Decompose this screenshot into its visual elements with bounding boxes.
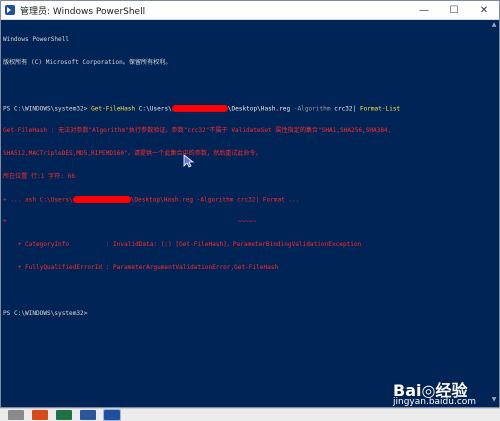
error-line: + CategoryInfo : InvalidData: (:) [Get-F…: [3, 241, 362, 249]
error-context-suffix: \Desktop\Hash.reg -Algorithm crc32| Form…: [130, 196, 300, 204]
copyright-line: 版权所有 (C) Microsoft Corporation。保留所有权利。: [3, 58, 172, 66]
vertical-scrollbar[interactable]: ▲ ▼: [490, 20, 498, 405]
command-path-prefix: C:\Users\: [135, 105, 172, 113]
powershell-window: 管理员: Windows PowerShell — ☐ ✕ Windows Po…: [0, 0, 500, 408]
error-line: 所在位置 行:1 字符: 66: [3, 172, 76, 180]
maximize-button[interactable]: ☐: [439, 1, 469, 19]
command-name: Get-FileHash: [91, 105, 136, 113]
error-line: SHA512,MACTripleDES,MD5,RIPEMD160"。请提供一个…: [3, 150, 262, 158]
prompt: PS C:\WINDOWS\system32>: [3, 105, 92, 113]
pipe-symbol: |: [352, 105, 360, 113]
header-line: Windows PowerShell: [3, 36, 70, 44]
taskbar: [0, 408, 500, 421]
window-controls: — ☐ ✕: [409, 1, 499, 19]
taskbar-app-icon[interactable]: [56, 410, 72, 420]
current-prompt[interactable]: PS C:\WINDOWS\system32>: [3, 310, 489, 318]
error-line: + ... ash C:\Users\ \Desktop\Hash.reg -Al…: [3, 195, 489, 204]
error-line: Get-FileHash : 无法对参数"Algorithm"执行参数验证。参数…: [3, 127, 392, 135]
window-title: 管理员: Windows PowerShell: [20, 6, 146, 17]
command-parameter: -Algorithm: [293, 105, 331, 113]
error-line: + ~~~~~: [3, 218, 257, 226]
command-format-list: Format-List: [359, 105, 401, 113]
command-line: PS C:\WINDOWS\system32> Get-FileHash C:\…: [3, 104, 489, 113]
command-path-suffix: \Desktop\Hash.reg: [227, 105, 294, 113]
baidu-watermark-url: jingyan.baidu.com: [393, 397, 477, 407]
title-bar[interactable]: 管理员: Windows PowerShell — ☐ ✕: [1, 1, 499, 20]
taskbar-powershell-icon[interactable]: [103, 409, 121, 421]
error-context-prefix: + ... ash C:\Users\: [3, 196, 73, 204]
scroll-down-icon[interactable]: ▼: [491, 397, 497, 403]
scroll-up-icon[interactable]: ▲: [491, 22, 497, 28]
mouse-cursor-icon: [183, 154, 195, 168]
taskbar-app-icon[interactable]: [8, 410, 24, 420]
powershell-icon: [5, 5, 15, 15]
close-button[interactable]: ✕: [469, 1, 499, 19]
taskbar-app-icon[interactable]: [32, 410, 48, 420]
redaction-mark: [171, 104, 228, 112]
command-algorithm: crc32: [330, 105, 353, 113]
console-output[interactable]: Windows PowerShell 版权所有 (C) Microsoft Co…: [3, 21, 489, 405]
taskbar-app-icon[interactable]: [80, 410, 96, 420]
redaction-mark: [72, 195, 131, 203]
minimize-button[interactable]: —: [409, 1, 439, 19]
error-line: + FullyQualifiedErrorId : ParameterArgum…: [3, 264, 279, 271]
